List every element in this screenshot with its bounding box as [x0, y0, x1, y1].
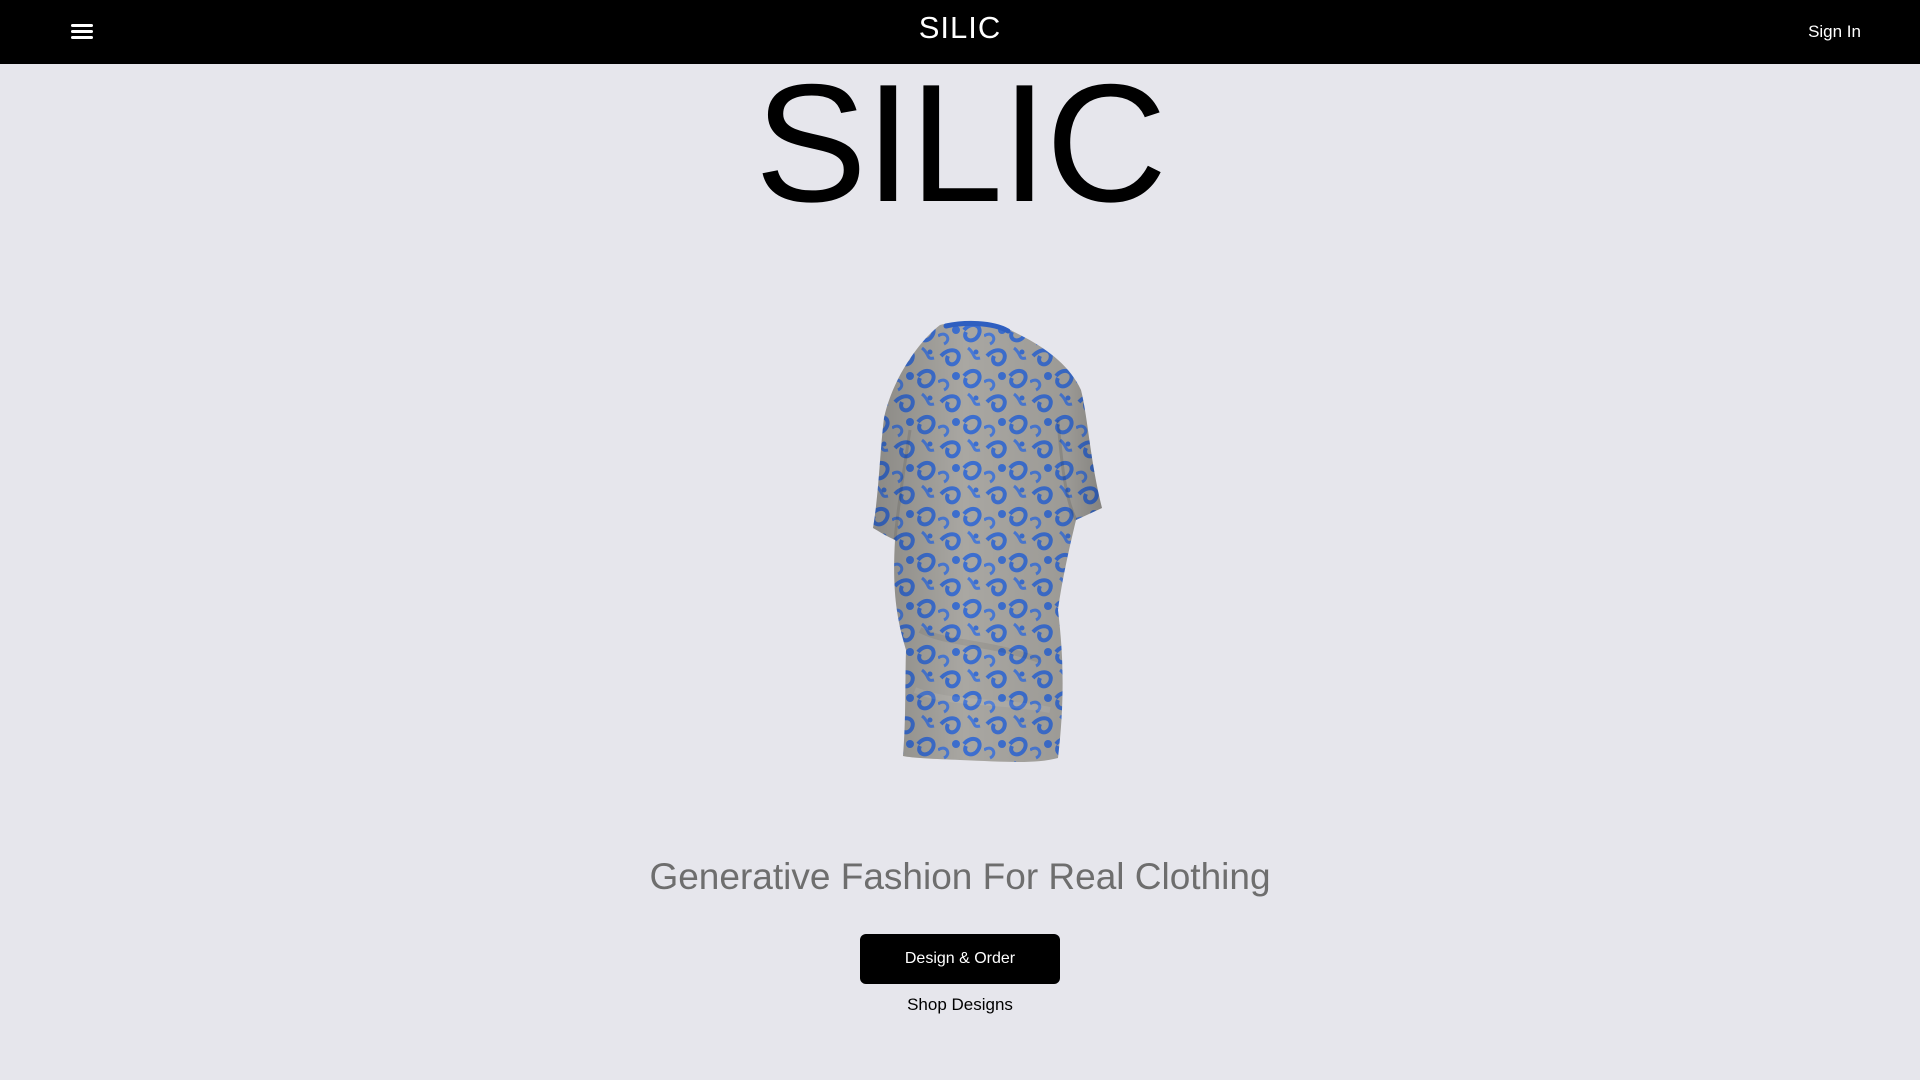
- hero-tagline: Generative Fashion For Real Clothing: [649, 856, 1271, 897]
- hamburger-menu-icon[interactable]: [68, 20, 98, 44]
- hero-title: SILIC: [754, 49, 1167, 237]
- tshirt-product-image: [800, 300, 1120, 780]
- brand-logo-link[interactable]: SILIC: [860, 10, 1060, 46]
- design-and-order-button[interactable]: Design & Order: [860, 934, 1060, 984]
- shop-designs-link[interactable]: Shop Designs: [0, 995, 1920, 1015]
- sign-in-link[interactable]: Sign In: [1808, 22, 1861, 42]
